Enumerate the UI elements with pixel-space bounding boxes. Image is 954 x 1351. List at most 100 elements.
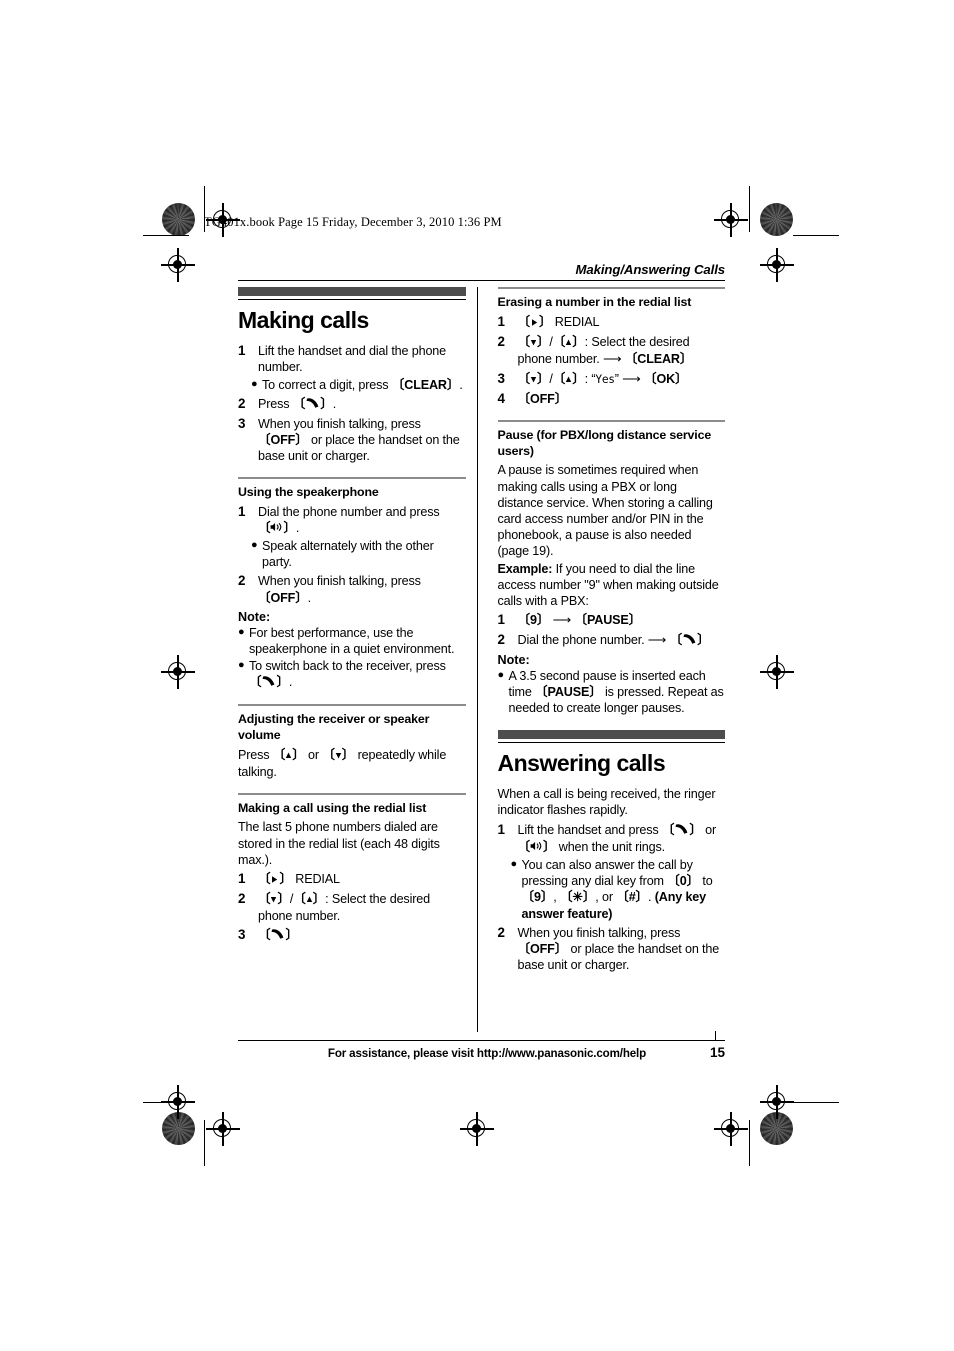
step-number: 2 (497, 333, 505, 349)
lcd-display-text: Yes (595, 372, 615, 386)
note-label: Note: (497, 652, 530, 667)
page-footer: For assistance, please visit http://www.… (238, 1031, 725, 1061)
right-column: Erasing a number in the redial list 1 〔〕… (476, 287, 726, 974)
step-text-part: When you finish talking, press (258, 416, 421, 431)
registration-mark-icon (161, 248, 195, 282)
subsection-rule (238, 704, 466, 706)
key-nav-up: 〔〕 (273, 748, 305, 762)
arrow-right-icon: ⟶ (602, 351, 622, 367)
redial-intro: The last 5 phone numbers dialed are stor… (238, 820, 440, 867)
bullet-text: For best performance, use the speakerpho… (249, 625, 455, 656)
registration-mark-icon (714, 203, 748, 237)
step-text: 〔〕/〔 〕: Select the desired phone number. (258, 892, 430, 924)
step-item: 1 Dial the phone number and press 〔〕. (238, 504, 466, 537)
step-text: 〔〕 (258, 927, 466, 944)
pause-body: A pause is sometimes required when makin… (497, 463, 713, 559)
answering-intro: When a call is being received, the ringe… (497, 787, 716, 818)
step-number: 3 (238, 415, 246, 431)
step-number: 3 (497, 370, 505, 386)
key-9: 〔9〕 (517, 613, 550, 628)
erasing-step1-label: REDIAL (554, 314, 600, 329)
arrow-right-icon: ⟶ (622, 370, 641, 386)
answer-step1-b: or (701, 822, 717, 837)
step-number: 1 (238, 503, 246, 519)
nav-up-icon (306, 892, 313, 908)
bullet-text-part: To correct a digit, press (262, 377, 392, 392)
chapter-bar (497, 730, 725, 740)
example-label: Example: (497, 561, 553, 576)
key-pause: 〔PAUSE〕 (535, 685, 602, 700)
answer-bullet-d: , or (595, 890, 617, 905)
bullet-text: Speak alternately with the other party. (262, 539, 434, 570)
assistance-text: For assistance, please visit http://www.… (327, 1047, 647, 1061)
step-text: Dial the phone number and press 〔〕. (258, 504, 466, 537)
key-nav-down: 〔〕 (518, 335, 550, 349)
key-pause: 〔PAUSE〕 (574, 613, 642, 628)
answer-bullet-e: . (648, 890, 655, 905)
bullet-item: ● Speak alternately with the other party… (251, 538, 466, 570)
key-ok: 〔OK〕 (644, 371, 688, 386)
bullet-dot-icon: ● (251, 377, 258, 390)
step-item: 1 〔〕 REDIAL (498, 314, 726, 331)
bullet-item: ● A 3.5 second pause is inserted each ti… (498, 668, 726, 717)
step-text: Press 〔〕. (258, 396, 466, 413)
key-off: 〔OFF〕 (258, 433, 308, 448)
key-talk: 〔〕 (258, 928, 298, 942)
footer-column-tick (715, 1031, 717, 1040)
step-text: Lift the handset and dial the phone numb… (258, 343, 466, 375)
step-item: 1 Lift the handset and dial the phone nu… (238, 343, 466, 375)
key-hash: 〔#〕 (616, 890, 648, 905)
volume-body: Press 〔〕 or 〔〕 repeatedly while talking. (238, 747, 466, 780)
subsection-rule (497, 287, 725, 289)
key-nav-up: 〔〕 (293, 892, 325, 906)
key-off: 〔OFF〕 (517, 941, 568, 956)
key-clear: 〔CLEAR〕 (624, 352, 693, 367)
step-number: 1 (497, 612, 505, 628)
redial-label: REDIAL (295, 871, 340, 886)
section-heading-pause: Pause (for PBX/long distance service use… (497, 427, 712, 458)
bullet-dot-icon: ● (238, 659, 245, 672)
key-nav-down: 〔〕 (322, 748, 354, 762)
key-nav-up: 〔〕 (553, 335, 585, 349)
nav-down-icon (530, 335, 537, 351)
step-text: 〔OFF〕 (518, 391, 726, 407)
step-number: 4 (497, 390, 505, 406)
bullet-text: To correct a digit, press 〔CLEAR〕. (262, 377, 466, 393)
bullet-text: You can also answer the call by pressing… (522, 857, 726, 922)
two-column-layout: Making calls 1 Lift the handset and dial… (238, 287, 726, 1033)
volume-text-a: Press (238, 747, 273, 762)
page-title-answering: Answering calls (497, 750, 666, 777)
halftone-patch-icon (760, 203, 793, 236)
step-number: 1 (238, 870, 246, 886)
step-item: 4 〔OFF〕 (498, 391, 726, 407)
subsection-rule (497, 420, 725, 422)
step-number: 2 (497, 631, 505, 647)
key-nav-right: 〔〕 (518, 315, 552, 329)
step-item: 2 When you finish talking, press 〔OFF〕 o… (498, 925, 726, 974)
crop-line (749, 186, 751, 232)
registration-mark-icon (714, 1112, 748, 1146)
answer-bullet-b: to (699, 874, 713, 889)
page-title: Making calls (238, 307, 369, 334)
key-speakerphone: 〔〕 (258, 521, 296, 535)
nav-down-icon (335, 748, 342, 764)
page-number: 15 (709, 1045, 725, 1061)
section-heading-erasing: Erasing a number in the redial list (497, 294, 692, 309)
step-text: When you finish talking, press 〔OFF〕. (258, 574, 421, 605)
step-text: 〔〕/〔 〕: Select the desired phone number. … (517, 334, 693, 367)
bullet-text-part: To switch back to the receiver, press (249, 659, 446, 674)
bullet-item: ● To switch back to the receiver, press … (238, 658, 466, 691)
key-off: 〔OFF〕 (258, 590, 308, 605)
step-number: 2 (497, 924, 505, 940)
note-label: Note: (238, 609, 271, 624)
registration-mark-icon (161, 655, 195, 689)
step-item: 3 〔〕/〔 〕: “Yes” ⟶ 〔OK〕 (498, 371, 726, 388)
subsection-rule (238, 793, 466, 795)
bullet-item: ● You can also answer the call by pressi… (511, 857, 726, 922)
key-speakerphone: 〔〕 (518, 840, 556, 854)
pause-step2-text: Dial the phone number. (517, 632, 648, 647)
erasing-step3-text: : (584, 371, 592, 386)
handset-talk-icon (261, 675, 276, 691)
step-item: 2 When you finish talking, press 〔OFF〕. (238, 573, 466, 605)
